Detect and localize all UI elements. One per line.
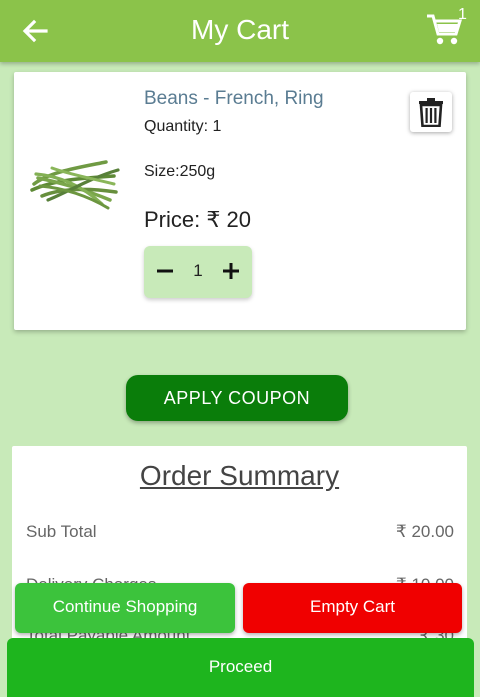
continue-shopping-button[interactable]: Continue Shopping (15, 583, 235, 633)
product-image (30, 160, 120, 210)
empty-cart-button[interactable]: Empty Cart (243, 583, 462, 633)
product-price: Price: ₹ 20 (144, 207, 251, 232)
page-title: My Cart (191, 14, 289, 45)
subtotal-label: Sub Total (26, 522, 97, 541)
product-size: Size:250g (144, 163, 216, 180)
quantity-stepper: 1 (144, 246, 252, 298)
cart-count-badge: 1 (458, 6, 467, 23)
cart-item-card: Beans - French, Ring Quantity: 1 Size:25… (14, 72, 466, 330)
subtotal-value: ₹ 20.00 (395, 522, 454, 541)
trash-icon (419, 98, 443, 127)
app-bar: My Cart 1 (0, 0, 480, 62)
order-summary-title: Order Summary (139, 460, 340, 491)
product-name[interactable]: Beans - French, Ring (144, 88, 324, 110)
delete-item-button[interactable] (410, 92, 452, 132)
product-quantity: Quantity: 1 (144, 118, 222, 135)
plus-icon[interactable] (220, 260, 242, 282)
apply-coupon-button[interactable]: APPLY COUPON (126, 375, 348, 421)
proceed-button[interactable]: Proceed (7, 638, 474, 697)
